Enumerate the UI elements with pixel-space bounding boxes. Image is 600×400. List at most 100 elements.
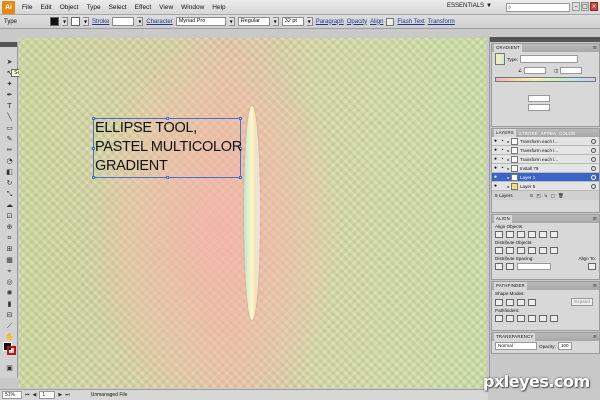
menu-type[interactable]: Type [82, 4, 104, 11]
stroke-swatch[interactable] [71, 17, 81, 26]
stop-location-field[interactable] [528, 104, 550, 111]
free-transform-tool-icon[interactable]: ⊡ [5, 212, 14, 221]
crop-icon[interactable] [528, 315, 536, 322]
delete-layer-icon[interactable]: 🗑 [558, 193, 564, 199]
scale-tool-icon[interactable]: ⤡ [5, 190, 14, 199]
stroke-weight-dropdown[interactable]: ▼ [137, 17, 144, 26]
lock-icon[interactable]: ▪ [499, 147, 506, 153]
opacity-link[interactable]: Opacity [347, 19, 367, 25]
transform-link[interactable]: Transform [428, 19, 455, 25]
layer-row-selected[interactable]: ● ▸ Layer 1 [492, 173, 599, 182]
align-bottom-icon[interactable] [550, 231, 558, 238]
stroke-color-box[interactable] [7, 346, 16, 355]
blob-brush-tool-icon[interactable]: ◔ [5, 157, 14, 166]
locate-object-icon[interactable]: ⊙ [530, 193, 534, 199]
layer-name[interactable]: Transform each l... [520, 157, 558, 162]
align-left-icon[interactable] [495, 231, 503, 238]
aspect-field[interactable] [560, 67, 583, 74]
fill-swatch[interactable] [50, 17, 60, 26]
target-icon[interactable] [591, 183, 596, 189]
divide-icon[interactable] [495, 315, 503, 322]
canvas-title-text[interactable]: ELLIPSE TOOL, PASTEL MULTICOLOR GRADIENT [95, 119, 242, 176]
menu-file[interactable]: File [18, 4, 36, 11]
spacing-field[interactable] [517, 263, 551, 270]
layer-row[interactable]: ● ▪ ▸ Transform each l... [492, 155, 599, 164]
symbol-sprayer-tool-icon[interactable]: ✺ [5, 289, 14, 298]
align-link[interactable]: Align [370, 19, 383, 25]
visibility-eye-icon[interactable]: ● [492, 147, 499, 153]
rotate-tool-icon[interactable]: ↻ [5, 179, 14, 188]
line-tool-icon[interactable]: ╲ [5, 113, 14, 122]
slice-tool-icon[interactable]: ⟋ [5, 322, 14, 331]
distribute-vcenter-icon[interactable] [506, 247, 514, 254]
visibility-eye-icon[interactable]: ● [492, 165, 499, 171]
paragraph-link[interactable]: Paragraph [316, 19, 344, 25]
panel-menu-icon[interactable]: ≡ [593, 216, 597, 222]
tab-stroke[interactable]: STROKE [519, 131, 538, 136]
expand-button[interactable]: Expand [571, 298, 593, 306]
visibility-eye-icon[interactable]: ● [492, 138, 499, 144]
intersect-icon[interactable] [517, 298, 525, 306]
target-icon[interactable] [591, 156, 596, 162]
tab-layers[interactable]: LAYERS [494, 129, 516, 137]
opacity-field[interactable]: 100 [557, 342, 572, 350]
handle-bottom-left[interactable] [92, 176, 95, 179]
tab-appearance[interactable]: APPEA [541, 131, 556, 136]
outline-icon[interactable] [539, 315, 547, 322]
stop-opacity-field[interactable] [528, 95, 550, 102]
clipping-mask-icon[interactable]: ◰ [536, 193, 540, 199]
target-icon[interactable] [591, 147, 596, 153]
next-artboard-icon[interactable]: ▶ [58, 392, 62, 398]
hand-tool-icon[interactable]: ✋ [5, 333, 14, 342]
layer-name[interactable]: Transform each l... [520, 148, 558, 153]
menu-help[interactable]: Help [208, 4, 229, 11]
tab-align[interactable]: ALIGN [494, 215, 512, 223]
align-to-selector-icon[interactable] [588, 263, 596, 270]
lock-icon[interactable]: ▪ [499, 156, 506, 162]
selection-tool-icon[interactable]: ➤ [5, 58, 14, 67]
maximize-button[interactable]: □ [581, 2, 589, 11]
layer-row[interactable]: ● ▪ ▸ Transform each l... [492, 146, 599, 155]
blend-mode-select[interactable]: Normal [495, 342, 537, 350]
blend-tool-icon[interactable]: ◎ [5, 278, 14, 287]
panel-menu-icon[interactable]: ≡ [593, 45, 597, 51]
artboard-number-field[interactable]: 1 [39, 391, 56, 399]
pen-tool-icon[interactable]: ✒ [5, 91, 14, 100]
font-family-field[interactable]: Myriad Pro [175, 17, 226, 26]
pencil-tool-icon[interactable]: ✏ [5, 146, 14, 155]
minus-back-icon[interactable] [550, 315, 558, 322]
target-icon[interactable] [591, 138, 596, 144]
panel-menu-icon[interactable]: ≡ [593, 334, 597, 340]
shape-builder-tool-icon[interactable]: ⊕ [5, 223, 14, 232]
handle-bottom-center[interactable] [166, 176, 169, 179]
layer-name[interactable]: Layer 1 [520, 175, 535, 180]
menu-select[interactable]: Select [105, 4, 131, 11]
panel-dock-grip[interactable] [490, 37, 600, 42]
angle-field[interactable] [524, 67, 547, 74]
new-layer-icon[interactable]: ▢ [551, 193, 555, 199]
unite-icon[interactable] [495, 298, 503, 306]
help-search-input[interactable]: ⌕ [506, 3, 570, 12]
toolbox-grip[interactable] [0, 42, 17, 47]
minus-front-icon[interactable] [506, 298, 514, 306]
target-icon[interactable] [591, 165, 596, 171]
artboard-tool-icon[interactable]: ⊟ [5, 311, 14, 320]
layer-name[interactable]: Layer 5 [520, 184, 535, 189]
font-family-dropdown[interactable]: ▼ [228, 17, 235, 26]
screen-mode-icon[interactable]: ▣ [5, 364, 14, 373]
lock-icon[interactable]: ▪ [499, 165, 506, 171]
layer-row[interactable]: ● ▪ ▸ Transform each l... [492, 137, 599, 146]
gradient-slider[interactable] [495, 77, 596, 82]
gradient-type-select[interactable] [520, 55, 579, 63]
spacing-vertical-icon[interactable] [495, 263, 503, 270]
column-graph-tool-icon[interactable]: ▮ [5, 300, 14, 309]
handle-bottom-right[interactable] [239, 176, 242, 179]
stroke-dropdown[interactable]: ▼ [83, 17, 90, 26]
mesh-tool-icon[interactable]: ⊞ [5, 245, 14, 254]
merge-icon[interactable] [517, 315, 525, 322]
tab-color[interactable]: COLOR [559, 131, 575, 136]
layer-row[interactable]: ● ▪ ▸ Install 79 [492, 164, 599, 173]
warp-tool-icon[interactable]: ☁ [5, 201, 14, 210]
layer-name[interactable]: Transform each l... [520, 139, 558, 144]
gradient-tool-icon[interactable]: ▦ [5, 256, 14, 265]
